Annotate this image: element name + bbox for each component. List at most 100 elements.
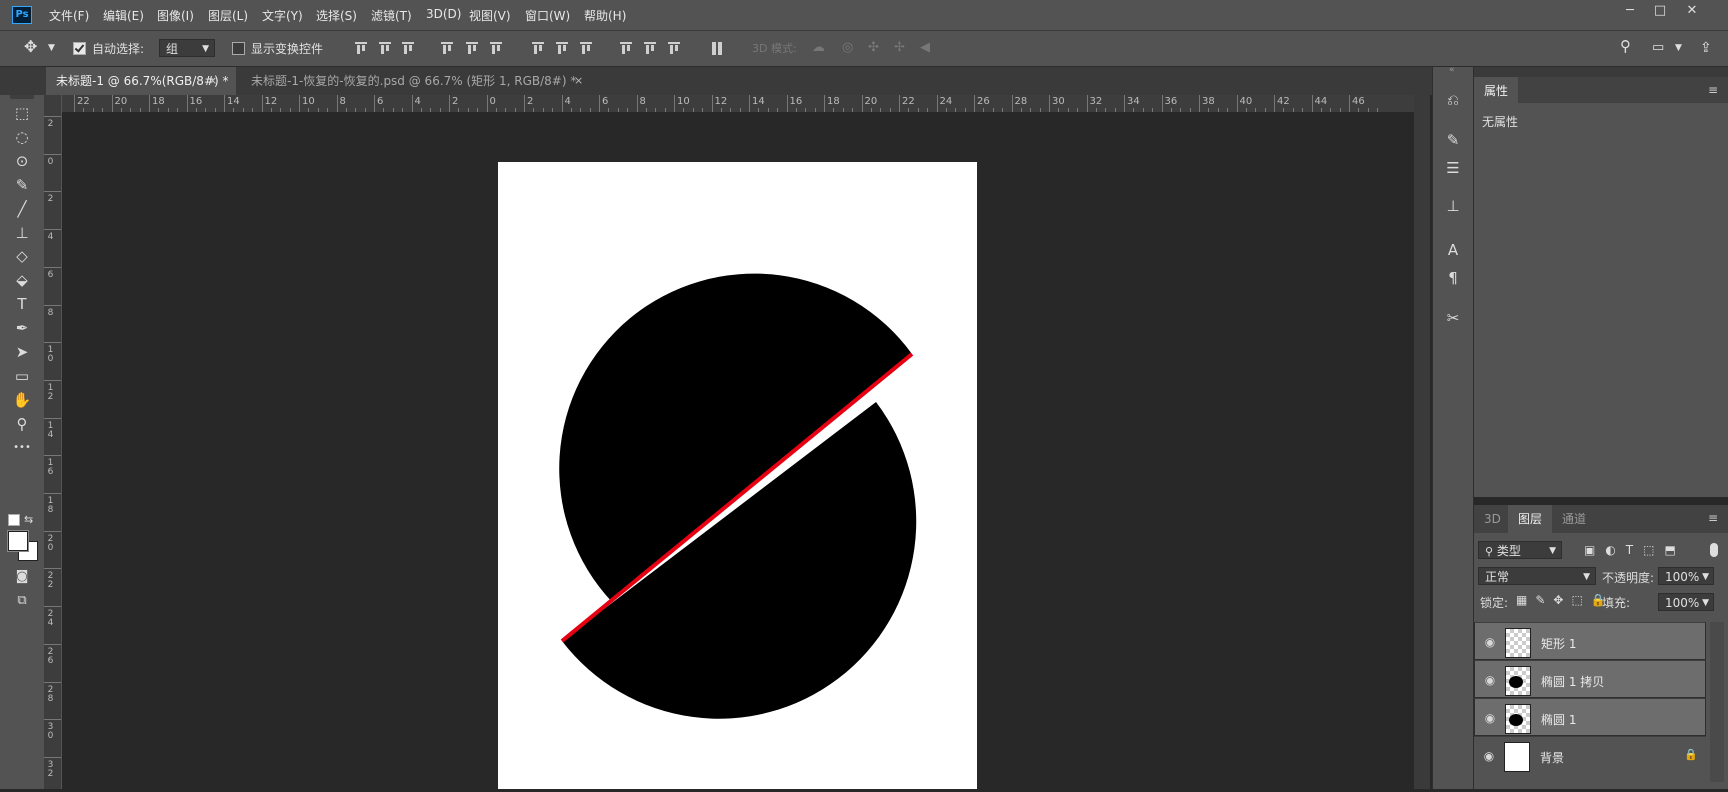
close-icon[interactable]: × xyxy=(574,67,583,95)
clone-source-icon[interactable]: ⊥ xyxy=(1441,195,1465,217)
canvas-area[interactable] xyxy=(62,112,1414,789)
tab-3d[interactable]: 3D xyxy=(1474,505,1511,533)
move-tool-preset-icon[interactable]: ✥ xyxy=(24,37,37,56)
stamp-tool-icon[interactable]: ⊥ xyxy=(10,222,34,244)
align-hcenter-icon[interactable] xyxy=(466,42,478,56)
screen-mode-icon[interactable]: ⧉ xyxy=(10,590,34,612)
3d-roll-icon[interactable]: ◎ xyxy=(842,40,853,55)
filter-toggle-icon[interactable] xyxy=(1710,543,1718,557)
distribute-vcenter-icon[interactable] xyxy=(556,42,568,56)
fill-input[interactable]: 100% ▼ xyxy=(1658,593,1714,611)
path-select-tool-icon[interactable]: ➤ xyxy=(10,341,34,363)
character-icon[interactable]: A xyxy=(1441,239,1465,261)
lasso-tool-icon[interactable]: ◌ xyxy=(10,126,34,148)
menu-item-9[interactable]: 窗口(W) xyxy=(525,7,570,24)
menu-item-0[interactable]: 文件(F) xyxy=(49,7,89,24)
tab-layers[interactable]: 图层 xyxy=(1508,505,1553,533)
swap-colors-icon[interactable]: ⇆ xyxy=(24,513,33,526)
3d-scale-icon[interactable]: ◀ xyxy=(920,40,930,55)
panel-menu-icon[interactable]: ≡ xyxy=(1708,511,1718,525)
marquee-tool-icon[interactable]: ⬚ xyxy=(10,102,34,124)
quick-select-tool-icon[interactable]: ⊙ xyxy=(10,150,34,172)
blend-mode-dropdown[interactable]: 正常 ▼ xyxy=(1478,567,1596,585)
ruler-origin[interactable] xyxy=(44,95,62,113)
menu-item-7[interactable]: 3D(D) xyxy=(426,7,461,21)
close-icon[interactable]: × xyxy=(208,67,217,95)
distribute-hcenter-icon[interactable] xyxy=(644,42,656,56)
chevron-down-icon[interactable]: ▼ xyxy=(1675,43,1682,53)
distribute-top-icon[interactable] xyxy=(532,42,544,56)
3d-slide-icon[interactable]: ✢ xyxy=(894,40,905,55)
tab-document-2[interactable]: 未标题-1-恢复的-恢复的.psd @ 66.7% (矩形 1, RGB/8#)… xyxy=(241,67,591,95)
tab-channels[interactable]: 通道 xyxy=(1552,505,1596,533)
quick-mask-icon[interactable]: ◙ xyxy=(10,566,34,588)
share-icon[interactable]: ⇪ xyxy=(1700,40,1712,56)
auto-select-checkbox[interactable] xyxy=(73,42,86,55)
maximize-button[interactable]: □ xyxy=(1648,3,1672,21)
auto-align-icon[interactable] xyxy=(712,42,724,56)
layer-row[interactable]: ◉ 椭圆 1 xyxy=(1474,698,1706,736)
opacity-input[interactable]: 100% ▼ xyxy=(1658,567,1714,585)
eyedropper-tool-icon[interactable]: ✎ xyxy=(10,174,34,196)
menu-item-4[interactable]: 文字(Y) xyxy=(262,7,303,24)
lock-icon[interactable]: 🔒 xyxy=(1684,748,1698,761)
brush-settings-icon[interactable]: ✎ xyxy=(1441,129,1465,151)
align-right-icon[interactable] xyxy=(490,42,502,56)
more-tools-icon[interactable]: ••• xyxy=(10,437,34,459)
pen-tool-icon[interactable]: ✒ xyxy=(10,317,34,339)
menu-item-6[interactable]: 滤镜(T) xyxy=(371,7,412,24)
foreground-color-swatch[interactable] xyxy=(8,531,28,551)
auto-select-dropdown[interactable]: 组 ▼ xyxy=(159,39,215,57)
menu-item-1[interactable]: 编辑(E) xyxy=(103,7,144,24)
3d-pan-icon[interactable]: ✣ xyxy=(868,40,879,55)
distribute-bottom-icon[interactable] xyxy=(580,42,592,56)
tool-presets-icon[interactable]: ✂ xyxy=(1441,307,1465,329)
visibility-eye-icon[interactable]: ◉ xyxy=(1483,673,1497,687)
menu-item-8[interactable]: 视图(V) xyxy=(469,7,511,24)
distribute-right-icon[interactable] xyxy=(668,42,680,56)
brush-tool-icon[interactable]: ╱ xyxy=(10,198,34,220)
search-icon[interactable]: ⚲ xyxy=(1620,37,1631,55)
layer-row[interactable]: ◉ 背景 🔒 xyxy=(1474,736,1706,775)
layer-filter-icons[interactable]: ▣◐T⬚⬒ xyxy=(1584,543,1686,557)
workspace-icon[interactable]: ▭ xyxy=(1652,40,1664,55)
paint-bucket-tool-icon[interactable]: ⬙ xyxy=(10,269,34,291)
rectangle-tool-icon[interactable]: ▭ xyxy=(10,365,34,387)
minimize-button[interactable]: ─ xyxy=(1618,3,1642,21)
type-tool-icon[interactable]: T xyxy=(10,293,34,315)
adjustments-icon[interactable]: ☰ xyxy=(1441,157,1465,179)
close-button[interactable]: ✕ xyxy=(1680,3,1704,21)
panel-menu-icon[interactable]: ≡ xyxy=(1708,83,1718,97)
visibility-eye-icon[interactable]: ◉ xyxy=(1483,635,1497,649)
align-top-icon[interactable] xyxy=(355,42,367,56)
menu-item-3[interactable]: 图层(L) xyxy=(208,7,248,24)
layers-scrollbar[interactable] xyxy=(1710,622,1724,782)
align-bottom-icon[interactable] xyxy=(402,42,414,56)
align-vcenter-icon[interactable] xyxy=(379,42,391,56)
default-colors-icon[interactable] xyxy=(8,514,20,526)
vertical-scrollbar[interactable] xyxy=(1414,95,1430,789)
visibility-eye-icon[interactable]: ◉ xyxy=(1482,749,1496,763)
tab-document-1[interactable]: 未标题-1 @ 66.7%(RGB/8#) * × xyxy=(46,67,236,95)
chevron-down-icon[interactable]: ▼ xyxy=(48,43,55,53)
3d-orbit-icon[interactable]: ☁ xyxy=(812,40,825,55)
layer-row[interactable]: ◉ 椭圆 1 拷贝 xyxy=(1474,660,1706,698)
tab-properties[interactable]: 属性 xyxy=(1474,77,1519,105)
zoom-tool-icon[interactable]: ⚲ xyxy=(10,413,34,435)
menu-item-10[interactable]: 帮助(H) xyxy=(584,7,626,24)
menu-item-5[interactable]: 选择(S) xyxy=(316,7,357,24)
distribute-left-icon[interactable] xyxy=(620,42,632,56)
hand-tool-icon[interactable]: ✋ xyxy=(10,389,34,411)
visibility-eye-icon[interactable]: ◉ xyxy=(1483,711,1497,725)
show-transform-checkbox[interactable] xyxy=(232,42,245,55)
history-icon[interactable]: ⎌ xyxy=(1441,89,1465,111)
align-left-icon[interactable] xyxy=(441,42,453,56)
layer-filter-dropdown[interactable]: ⚲ 类型 ▼ xyxy=(1478,541,1562,559)
collapse-icon[interactable]: « xyxy=(1449,65,1455,75)
paragraph-icon[interactable]: ¶ xyxy=(1441,267,1465,289)
menu-item-2[interactable]: 图像(I) xyxy=(157,7,194,24)
layer-row[interactable]: ◉ 矩形 1 xyxy=(1474,622,1706,660)
document-canvas[interactable] xyxy=(498,162,977,789)
eraser-tool-icon[interactable]: ◇ xyxy=(10,245,34,267)
lock-icons[interactable]: ▦✎✥⬚🔒 xyxy=(1516,593,1614,607)
